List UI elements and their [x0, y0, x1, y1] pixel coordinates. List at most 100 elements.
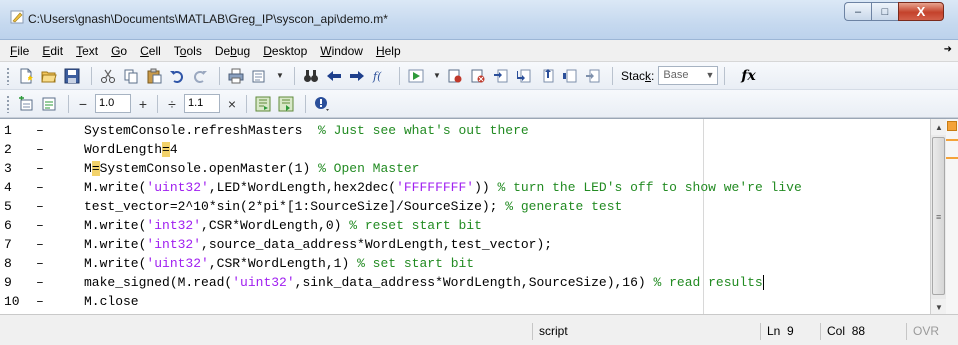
paste-button[interactable]: [144, 66, 164, 86]
code-line[interactable]: 8– M.write('uint32',CSR*WordLength,1) % s…: [0, 254, 930, 273]
clear-breakpoints-button[interactable]: [468, 66, 488, 86]
close-button[interactable]: X: [898, 2, 944, 21]
menu-item-cell[interactable]: Cell: [140, 44, 161, 58]
line-number[interactable]: 9: [4, 273, 32, 292]
breakpoint-marker[interactable]: –: [36, 159, 44, 178]
code-line[interactable]: 9– make_signed(M.read('uint32',sink_data_…: [0, 273, 930, 292]
line-number[interactable]: 4: [4, 178, 32, 197]
scroll-down-icon[interactable]: ▼: [931, 299, 947, 315]
code-line[interactable]: 3– M=SystemConsole.openMaster(1) % Open M…: [0, 159, 930, 178]
code-line[interactable]: 5– test_vector=2^10*sin(2*pi*[1:SourceSiz…: [0, 197, 930, 216]
breakpoint-marker[interactable]: –: [36, 235, 44, 254]
warning-marker[interactable]: [946, 139, 958, 141]
increment-button[interactable]: +: [135, 96, 151, 112]
menu-item-tools[interactable]: Tools: [174, 44, 202, 58]
line-number[interactable]: 3: [4, 159, 32, 178]
code-text: M=SystemConsole.openMaster(1) % Open Mas…: [84, 159, 419, 178]
line-number[interactable]: 5: [4, 197, 32, 216]
menu-item-text[interactable]: Text: [76, 44, 98, 58]
breakpoint-marker[interactable]: –: [36, 273, 44, 292]
step-out-button[interactable]: [537, 66, 557, 86]
menu-item-go[interactable]: Go: [111, 44, 127, 58]
minimize-button[interactable]: –: [844, 2, 871, 21]
breakpoint-marker[interactable]: –: [36, 254, 44, 273]
breakpoint-marker[interactable]: –: [36, 197, 44, 216]
insert-cell-divider-button[interactable]: [16, 94, 36, 114]
line-number[interactable]: 10: [4, 292, 32, 311]
svg-text:f(: f(: [372, 70, 382, 83]
decrement-value-input[interactable]: 1.0: [95, 94, 131, 113]
exit-debug-button[interactable]: [583, 66, 603, 86]
evaluate-and-advance-button[interactable]: [276, 94, 296, 114]
toolbar-separator: [246, 94, 247, 113]
chevron-right-icon[interactable]: ➜: [944, 44, 952, 55]
find-button[interactable]: [301, 66, 321, 86]
fx-button[interactable]: fx: [741, 68, 755, 84]
line-number[interactable]: 8: [4, 254, 32, 273]
breakpoint-marker[interactable]: –: [36, 178, 44, 197]
scale-value-input[interactable]: 1.1: [184, 94, 220, 113]
undo-button[interactable]: [167, 66, 187, 86]
warning-indicator-icon[interactable]: [947, 121, 957, 131]
scrollbar-thumb[interactable]: ≡: [932, 137, 945, 295]
code-token: ,CSR*WordLength,0): [201, 218, 350, 233]
continue-button[interactable]: [560, 66, 580, 86]
copy-button[interactable]: [121, 66, 141, 86]
code-string: 'int32': [146, 237, 202, 252]
new-file-button[interactable]: [16, 66, 36, 86]
run-button[interactable]: [406, 66, 426, 86]
scroll-up-icon[interactable]: ▲: [931, 119, 947, 135]
open-file-button[interactable]: [39, 66, 59, 86]
warning-marker[interactable]: [946, 157, 958, 159]
code-line[interactable]: 2– WordLength=4: [0, 140, 930, 159]
chevron-down-icon[interactable]: ▼: [429, 71, 445, 80]
save-button[interactable]: [62, 66, 82, 86]
menu-item-edit[interactable]: Edit: [42, 44, 63, 58]
menu-item-file[interactable]: File: [10, 44, 29, 58]
set-breakpoint-button[interactable]: [445, 66, 465, 86]
breakpoint-marker[interactable]: –: [36, 216, 44, 235]
code-line[interactable]: 4– M.write('uint32',LED*WordLength,hex2de…: [0, 178, 930, 197]
clear-breakpoints-icon: [471, 69, 485, 82]
cut-button[interactable]: [98, 66, 118, 86]
line-number[interactable]: 2: [4, 140, 32, 159]
menu-item-window[interactable]: Window: [320, 44, 363, 58]
line-number[interactable]: 6: [4, 216, 32, 235]
redo-button[interactable]: [190, 66, 210, 86]
step-in-button[interactable]: [514, 66, 534, 86]
toolbar-separator: [612, 66, 613, 85]
code-line[interactable]: 1– SystemConsole.refreshMasters % Just se…: [0, 121, 930, 140]
line-number[interactable]: 7: [4, 235, 32, 254]
code-line[interactable]: 10– M.close: [0, 292, 930, 311]
chevron-down-icon[interactable]: ▼: [272, 71, 288, 80]
insert-text-markup-button[interactable]: [39, 94, 59, 114]
code-editor[interactable]: 1– SystemConsole.refreshMasters % Just se…: [0, 118, 958, 328]
menu-item-debug[interactable]: Debug: [215, 44, 250, 58]
stack-select[interactable]: Base ▼: [658, 66, 719, 85]
decrement-button[interactable]: −: [75, 96, 91, 112]
code-line[interactable]: 6– M.write('int32',CSR*WordLength,0) % re…: [0, 216, 930, 235]
forward-button[interactable]: [347, 66, 367, 86]
code-token: ,LED*WordLength,hex2dec(: [208, 180, 397, 195]
breakpoint-marker[interactable]: –: [36, 292, 44, 311]
publish-button[interactable]: [249, 66, 269, 86]
step-button[interactable]: [491, 66, 511, 86]
menu-item-help[interactable]: Help: [376, 44, 401, 58]
function-browser-button[interactable]: f(: [370, 66, 390, 86]
divide-button[interactable]: ÷: [164, 96, 180, 112]
vertical-scrollbar[interactable]: ▲ ≡ ▼: [930, 119, 947, 315]
print-button[interactable]: [226, 66, 246, 86]
maximize-button[interactable]: □: [871, 2, 898, 21]
line-number[interactable]: 1: [4, 121, 32, 140]
evaluate-cell-button[interactable]: [253, 94, 273, 114]
back-button[interactable]: [324, 66, 344, 86]
code-token: test_vector=2^10*sin(2*pi*[1:SourceSize]…: [84, 199, 506, 214]
toolbar-grip[interactable]: [6, 94, 10, 113]
toolbar-grip[interactable]: [6, 66, 10, 85]
menu-item-desktop[interactable]: Desktop: [263, 44, 307, 58]
multiply-button[interactable]: ×: [224, 96, 240, 112]
breakpoint-marker[interactable]: –: [36, 121, 44, 140]
code-line[interactable]: 7– M.write('int32',source_data_address*Wo…: [0, 235, 930, 254]
cell-info-button[interactable]: [312, 94, 332, 114]
breakpoint-marker[interactable]: –: [36, 140, 44, 159]
